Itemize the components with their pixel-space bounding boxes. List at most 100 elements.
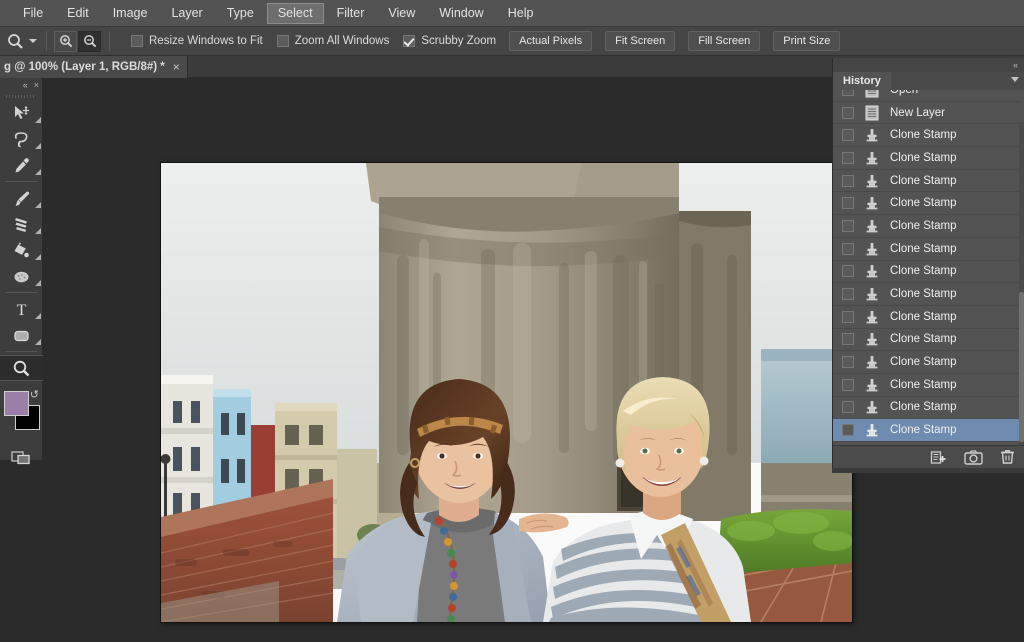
resize-windows-to-fit-checkbox[interactable]: Resize Windows to Fit [131,35,263,47]
tab-history[interactable]: History [833,72,891,90]
document-tab[interactable]: g @ 100% (Layer 1, RGB/8#) * × [0,56,188,78]
history-snapshot-checkbox[interactable] [842,106,854,119]
print-size-button[interactable]: Print Size [773,31,841,51]
menu-help[interactable]: Help [497,3,545,24]
history-row[interactable]: Clone Stamp [833,147,1020,170]
history-row-label: Clone Stamp [890,333,957,346]
checkbox-box [276,35,289,47]
menu-type[interactable]: Type [216,3,265,24]
history-snapshot-checkbox[interactable] [842,197,854,210]
move-tool[interactable] [0,100,43,126]
history-row[interactable]: Clone Stamp [833,261,1020,284]
create-snapshot-icon[interactable] [964,449,983,465]
lasso-tool[interactable] [0,126,43,152]
history-snapshot-checkbox[interactable] [842,174,854,187]
history-row[interactable]: Clone Stamp [833,283,1020,306]
history-row[interactable]: Clone Stamp [833,397,1020,420]
history-row[interactable]: Clone Stamp [833,306,1020,329]
history-snapshot-checkbox[interactable] [842,129,854,142]
close-icon[interactable]: × [34,80,39,90]
history-snapshot-checkbox[interactable] [842,219,854,232]
history-panel-tab-filler [890,72,1024,90]
history-snapshot-checkbox[interactable] [842,401,854,414]
clone-stamp-tool[interactable] [0,211,43,237]
menu-view[interactable]: View [377,3,426,24]
history-row[interactable]: Clone Stamp [833,124,1020,148]
rounded-rectangle-tool[interactable] [0,322,43,348]
zoom-out-button[interactable] [78,30,101,52]
history-panel: « History Open [832,58,1024,468]
history-snapshot-checkbox[interactable] [842,90,854,96]
new-document-from-state-icon[interactable] [930,450,947,465]
menu-layer[interactable]: Layer [160,3,213,24]
history-snapshot-checkbox[interactable] [842,333,854,346]
tool-divider-3 [5,351,37,352]
fill-screen-button[interactable]: Fill Screen [688,31,761,51]
foreground-color-swatch[interactable] [4,391,29,416]
scrollbar-thumb[interactable] [1019,292,1024,442]
paint-bucket-tool[interactable] [0,237,43,263]
history-snapshot-checkbox[interactable] [842,356,854,369]
history-scrollbar[interactable] [1019,122,1024,445]
scrubby-zoom-checkbox[interactable]: Scrubby Zoom [403,35,496,47]
type-tool[interactable]: T [0,296,43,322]
actual-pixels-button[interactable]: Actual Pixels [509,31,593,51]
history-panel-collapse-bar: « [833,58,1024,72]
sponge-tool[interactable] [0,263,43,289]
history-row-label: Clone Stamp [890,378,957,391]
zoom-in-button[interactable] [54,30,77,52]
screen-mode-button[interactable] [0,443,42,473]
delete-state-icon[interactable] [1000,449,1015,465]
zoom-tool[interactable] [0,355,43,381]
history-row[interactable]: Clone Stamp [833,170,1020,193]
history-row[interactable]: Clone Stamp [833,215,1020,238]
menu-filter[interactable]: Filter [326,3,376,24]
history-snapshot-checkbox[interactable] [842,310,854,323]
history-state-list[interactable]: Open New Layer Clone Stamp [833,90,1024,445]
image-canvas[interactable] [161,163,852,622]
menu-file[interactable]: File [12,3,54,24]
history-row[interactable]: Clone Stamp [833,351,1020,374]
history-row-label: Clone Stamp [890,174,957,187]
panel-menu-icon[interactable] [1011,77,1019,82]
history-snapshot-checkbox[interactable] [842,151,854,164]
tools-panel-header: « × [0,78,42,92]
menu-image[interactable]: Image [102,3,159,24]
history-row[interactable]: Open [833,90,1020,102]
history-row[interactable]: New Layer [833,102,1020,125]
history-row[interactable]: Clone Stamp [833,374,1020,397]
close-icon[interactable]: × [173,60,180,74]
options-bar: Resize Windows to Fit Zoom All Windows S… [0,27,1024,56]
history-panel-bottom-edge [832,468,1024,473]
history-row[interactable]: Clone Stamp [833,192,1020,216]
menu-select[interactable]: Select [266,2,324,24]
collapse-icon[interactable]: « [1013,60,1018,70]
zoom-tool-icon[interactable] [4,30,26,52]
history-panel-footer [833,445,1024,468]
history-row-label: Clone Stamp [890,310,957,323]
chevron-down-icon[interactable] [29,39,37,43]
history-row[interactable]: Clone Stamp [833,238,1020,261]
photoshop-window: File Edit Image Layer Type Select Filter… [0,0,1024,642]
eyedropper-tool[interactable] [0,152,43,178]
clone-stamp-icon [863,399,881,415]
collapse-icon[interactable]: « [23,80,28,90]
history-snapshot-checkbox[interactable] [842,242,854,255]
panel-grip[interactable] [6,92,36,100]
brush-tool[interactable] [0,185,43,211]
history-row-selected[interactable]: Clone Stamp [833,419,1020,442]
history-snapshot-checkbox[interactable] [842,265,854,278]
zoom-all-windows-checkbox[interactable]: Zoom All Windows [276,35,389,47]
clone-stamp-icon [863,241,881,257]
history-row-label: Clone Stamp [890,265,957,278]
menu-edit[interactable]: Edit [56,3,100,24]
fit-screen-button[interactable]: Fit Screen [605,31,676,51]
history-snapshot-checkbox[interactable] [842,378,854,391]
history-row[interactable]: Clone Stamp [833,329,1020,352]
history-row-label: Clone Stamp [890,242,957,255]
history-snapshot-checkbox[interactable] [842,424,854,437]
menu-window[interactable]: Window [428,3,494,24]
swap-colors-icon[interactable]: ↺ [30,388,39,401]
checkbox-box-checked [403,35,416,47]
history-snapshot-checkbox[interactable] [842,288,854,301]
